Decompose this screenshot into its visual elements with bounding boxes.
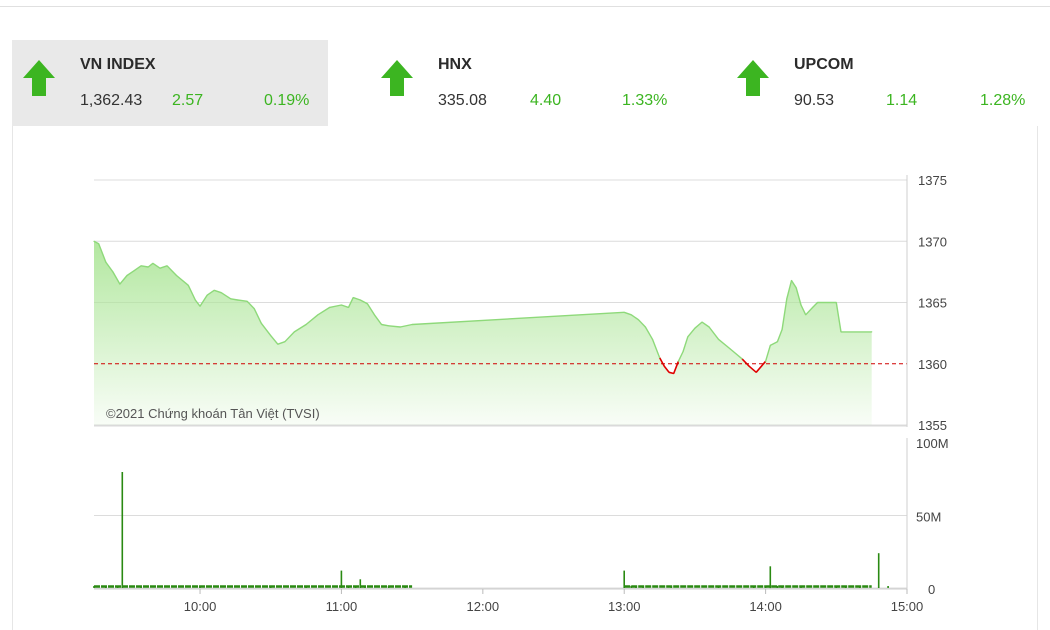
price-point [769, 344, 771, 346]
price-point [93, 240, 95, 242]
price-point [871, 331, 873, 333]
price-point [781, 328, 783, 331]
volume-bar [769, 566, 772, 589]
price-point [795, 287, 797, 289]
volume-tick-label: 100M [916, 436, 949, 451]
chart-watermark: ©2021 Chứng khoán Tân Việt (TVSI) [106, 406, 320, 421]
price-point [329, 306, 331, 308]
volume-bar [121, 472, 124, 588]
price-point [677, 360, 680, 362]
price-point [159, 267, 161, 269]
x-tick-label: 15:00 [891, 599, 924, 614]
price-point [790, 279, 793, 282]
price-point [213, 289, 215, 291]
price-point [305, 323, 307, 326]
price-point [373, 314, 375, 316]
price-point [805, 314, 807, 316]
price-point [729, 348, 731, 350]
price-point [98, 243, 100, 245]
price-point [835, 301, 837, 304]
price-point [717, 338, 720, 340]
price-point [246, 300, 248, 302]
price-tick-label: 1370 [918, 234, 947, 249]
price-area [94, 241, 872, 425]
price-point [741, 358, 743, 360]
price-point [317, 314, 319, 316]
price-point [682, 350, 684, 353]
price-point [230, 298, 232, 300]
price-point [260, 322, 262, 324]
price-point [812, 306, 814, 308]
price-point [359, 299, 361, 301]
price-tick-label: 1375 [918, 173, 947, 188]
price-point [270, 335, 272, 337]
price-point [388, 325, 390, 327]
price-point [840, 331, 842, 333]
price-point [277, 343, 279, 345]
price-point [140, 265, 142, 267]
price-point [786, 298, 788, 300]
price-point [347, 306, 350, 308]
price-point [644, 326, 647, 328]
price-point [663, 365, 665, 367]
price-tick-label: 1360 [918, 357, 947, 372]
price-point [673, 372, 675, 375]
volume-tick-label: 0 [928, 582, 935, 597]
price-point [166, 265, 168, 267]
price-point [755, 371, 757, 373]
price-point [220, 292, 222, 294]
price-point [800, 304, 802, 306]
price-point [816, 301, 819, 304]
price-point [708, 326, 710, 328]
price-point [651, 338, 654, 340]
price-point [206, 294, 208, 296]
price-point [237, 299, 239, 301]
price-point [284, 341, 286, 343]
price-point [352, 297, 354, 299]
price-point [623, 311, 625, 313]
price-point [105, 261, 107, 263]
price-point [630, 314, 632, 316]
price-point [340, 304, 342, 306]
price-point [152, 262, 154, 264]
price-point [366, 303, 368, 305]
price-point [126, 274, 128, 277]
price-point [701, 321, 703, 323]
price-point [253, 308, 255, 310]
price-point [399, 326, 401, 328]
price-point [776, 341, 779, 343]
price-point [765, 360, 767, 362]
price-point [112, 271, 114, 273]
volume-bar [887, 586, 889, 588]
price-point [659, 357, 661, 359]
volume-bar [877, 553, 880, 588]
price-point [687, 336, 689, 338]
price-point [748, 365, 750, 367]
price-point [194, 299, 196, 301]
price-point [380, 323, 383, 326]
price-point [694, 327, 696, 329]
price-point [187, 284, 189, 286]
price-volume-chart: 1375 1370 1365 1360 1355 100M 50M 0 10:00 11:00 12… [93, 173, 949, 614]
price-tick-label: 1355 [918, 418, 947, 433]
price-point [411, 323, 413, 326]
price-point [668, 371, 670, 373]
price-point [133, 270, 135, 272]
x-tick-label: 13:00 [608, 599, 641, 614]
x-tick-label: 10:00 [184, 599, 217, 614]
volume-tick-label: 50M [916, 510, 941, 525]
price-point [637, 319, 640, 321]
price-point [147, 266, 149, 268]
price-tick-label: 1365 [918, 296, 947, 311]
price-point [175, 274, 178, 277]
price-point [119, 283, 121, 285]
x-tick-label: 14:00 [749, 599, 782, 614]
price-point [199, 305, 201, 307]
x-tick-label: 11:00 [326, 599, 358, 614]
x-tick-label: 12:00 [467, 599, 500, 614]
price-point [293, 331, 295, 333]
